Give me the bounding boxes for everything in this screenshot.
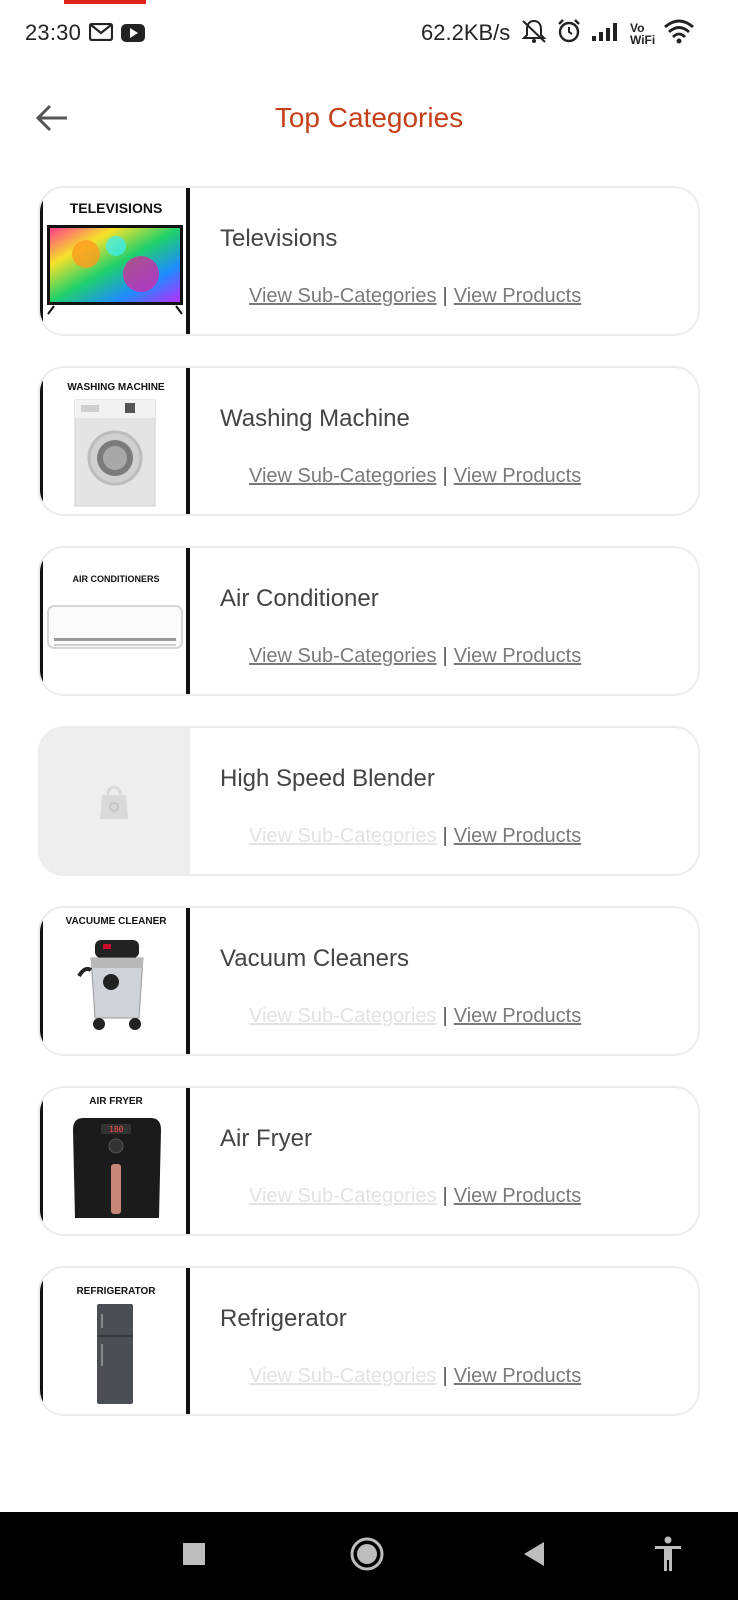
view-products-link[interactable]: View Products	[454, 645, 581, 667]
page-title: Top Categories	[274, 102, 464, 133]
wifi-icon	[663, 18, 695, 49]
air-conditioner-image	[47, 605, 183, 649]
category-thumbnail: AIR CONDITIONERS	[40, 548, 190, 694]
category-name: High Speed Blender	[220, 765, 435, 792]
shopping-bag-icon	[97, 783, 131, 826]
link-separator: |	[442, 1185, 448, 1207]
svg-text:180: 180	[109, 1125, 124, 1134]
category-links: View Sub-Categories | View Products	[249, 825, 581, 848]
home-circle-icon	[349, 1536, 385, 1577]
view-products-link[interactable]: View Products	[454, 1005, 581, 1027]
category-links: View Sub-Categories | View Products	[249, 1365, 581, 1388]
vowifi-top-text: Vo	[630, 20, 645, 35]
link-separator: |	[442, 1365, 448, 1387]
category-card-air-fryer[interactable]: AIR FRYER 180 Air Fryer View Sub-Categor…	[38, 1086, 700, 1236]
network-speed: 62.2KB/s	[421, 20, 511, 45]
category-thumbnail: WASHING MACHINE	[40, 368, 190, 514]
youtube-icon	[121, 24, 145, 47]
view-products-link[interactable]: View Products	[454, 825, 581, 847]
view-products-link[interactable]: View Products	[454, 1365, 581, 1387]
category-list: TELEVISIONS Televisions View Sub-Categor…	[38, 186, 700, 1446]
category-thumbnail: VACUUME CLEANER	[40, 908, 190, 1054]
link-separator: |	[442, 645, 448, 667]
link-separator: |	[442, 465, 448, 487]
category-card-air-conditioner[interactable]: AIR CONDITIONERS Air Conditioner View Su…	[38, 546, 700, 696]
vowifi-icon: Vo WiFi	[630, 22, 655, 46]
category-thumbnail: REFRIGERATOR	[40, 1268, 190, 1414]
back-triangle-icon	[522, 1541, 546, 1572]
thumbnail-label: AIR CONDITIONERS	[72, 574, 160, 584]
category-thumbnail-placeholder	[40, 728, 190, 874]
air-fryer-image: 180	[73, 1118, 161, 1218]
category-links: View Sub-Categories | View Products	[249, 1005, 581, 1028]
status-bar: 23:30 62.2KB/s Vo WiFi	[0, 0, 738, 64]
vowifi-bottom-text: WiFi	[630, 32, 656, 47]
view-products-link[interactable]: View Products	[454, 285, 581, 307]
recording-indicator-strip	[64, 0, 146, 4]
recents-square-icon	[182, 1542, 206, 1571]
accessibility-button[interactable]	[646, 1534, 690, 1578]
category-card-televisions[interactable]: TELEVISIONS Televisions View Sub-Categor…	[38, 186, 700, 336]
category-card-refrigerator[interactable]: REFRIGERATOR Refrigerator View Sub-Categ…	[38, 1266, 700, 1416]
link-separator: |	[442, 285, 448, 307]
alarm-icon	[556, 18, 582, 49]
refrigerator-image	[97, 1304, 133, 1404]
thumbnail-label: VACUUME CLEANER	[65, 916, 167, 927]
category-card-high-speed-blender[interactable]: High Speed Blender View Sub-Categories | V…	[38, 726, 700, 876]
back-nav-button[interactable]	[512, 1534, 556, 1578]
view-sub-categories-link[interactable]: View Sub-Categories	[249, 1365, 437, 1387]
view-sub-categories-link[interactable]: View Sub-Categories	[249, 465, 437, 487]
view-sub-categories-link[interactable]: View Sub-Categories	[249, 645, 437, 667]
category-name: Washing Machine	[220, 405, 410, 432]
category-thumbnail: TELEVISIONS	[40, 188, 190, 334]
system-navigation-bar	[0, 1512, 738, 1600]
link-separator: |	[442, 1005, 448, 1027]
category-card-washing-machine[interactable]: WASHING MACHINE Washing Machine View Sub…	[38, 366, 700, 516]
view-sub-categories-link[interactable]: View Sub-Categories	[249, 1185, 437, 1207]
category-name: Air Fryer	[220, 1125, 312, 1152]
gmail-icon	[88, 22, 114, 46]
thumbnail-label: REFRIGERATOR	[76, 1286, 156, 1297]
thumbnail-label: TELEVISIONS	[69, 200, 163, 216]
washing-machine-image	[74, 399, 156, 507]
category-name: Air Conditioner	[220, 585, 379, 612]
view-sub-categories-link[interactable]: View Sub-Categories	[249, 1005, 437, 1027]
category-name: Refrigerator	[220, 1305, 347, 1332]
signal-icon	[590, 20, 622, 47]
view-sub-categories-link[interactable]: View Sub-Categories	[249, 825, 437, 847]
category-thumbnail: AIR FRYER 180	[40, 1088, 190, 1234]
category-links: View Sub-Categories | View Products	[249, 1185, 581, 1208]
app-header: Top Categories	[0, 82, 738, 158]
view-sub-categories-link[interactable]: View Sub-Categories	[249, 285, 437, 307]
category-links: View Sub-Categories | View Products	[249, 645, 581, 668]
thumbnail-label: WASHING MACHINE	[67, 382, 165, 393]
vacuum-cleaner-image	[77, 940, 144, 1030]
home-button[interactable]	[345, 1534, 389, 1578]
category-name: Vacuum Cleaners	[220, 945, 409, 972]
television-image	[47, 225, 183, 315]
thumbnail-label: AIR FRYER	[89, 1096, 143, 1107]
view-products-link[interactable]: View Products	[454, 1185, 581, 1207]
category-name: Televisions	[220, 225, 338, 252]
link-separator: |	[442, 825, 448, 847]
status-right-icons: Vo WiFi	[520, 18, 695, 49]
recents-button[interactable]	[172, 1534, 216, 1578]
status-time: 23:30	[25, 20, 82, 45]
category-card-vacuum-cleaners[interactable]: VACUUME CLEANER Vacuum Cleaners View Sub…	[38, 906, 700, 1056]
accessibility-icon	[653, 1536, 683, 1577]
category-links: View Sub-Categories | View Products	[249, 465, 581, 488]
notifications-muted-icon	[520, 18, 548, 49]
view-products-link[interactable]: View Products	[454, 465, 581, 487]
category-links: View Sub-Categories | View Products	[249, 285, 581, 308]
